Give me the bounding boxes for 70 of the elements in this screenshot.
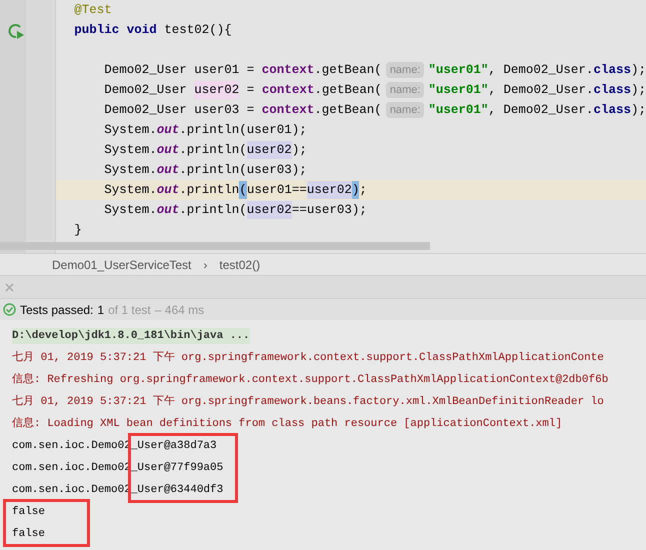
breadcrumb-item[interactable]: test02() bbox=[219, 256, 260, 274]
parameter-hint: name: bbox=[386, 82, 424, 98]
code-token: class bbox=[593, 62, 631, 79]
code-token: .getBean( bbox=[314, 82, 382, 99]
code-token: .println( bbox=[179, 202, 247, 219]
code-token: "user01" bbox=[428, 102, 488, 119]
code-token: ); bbox=[630, 82, 646, 99]
code-token: = bbox=[246, 82, 256, 99]
code-token: } bbox=[74, 222, 82, 239]
code-token: System. bbox=[103, 122, 157, 139]
check-circle-icon bbox=[3, 303, 16, 316]
run-test-icon[interactable] bbox=[6, 21, 26, 41]
close-icon[interactable] bbox=[5, 282, 14, 292]
code-token: Demo02_User user01 = bbox=[103, 62, 256, 79]
code-token: Demo02_User bbox=[103, 82, 188, 99]
breadcrumb-item: › bbox=[203, 256, 208, 274]
breadcrumb-item[interactable]: Demo01_UserServiceTest bbox=[52, 256, 192, 274]
code-token: user02 bbox=[246, 140, 292, 160]
code-token: .getBean( bbox=[314, 102, 382, 119]
code-token: .println(user01); bbox=[179, 122, 307, 139]
code-token: out bbox=[156, 202, 180, 219]
tests-passed-count: 1 bbox=[97, 302, 104, 318]
code-token: System. bbox=[103, 162, 157, 179]
code-token: Demo02_User user03 = bbox=[103, 102, 256, 119]
code-token: context bbox=[262, 102, 314, 119]
code-token: System. bbox=[103, 202, 157, 219]
code-token: out bbox=[156, 162, 180, 179]
code-token: , Demo02_User. bbox=[488, 82, 594, 99]
code-token: test02(){ bbox=[163, 22, 232, 39]
console-line: false bbox=[12, 504, 46, 520]
code-token: ); bbox=[630, 62, 646, 79]
code-token: class bbox=[593, 82, 631, 99]
parameter-hint: name: bbox=[386, 62, 424, 78]
code-token: .println( bbox=[179, 142, 247, 159]
code-token: ==user03); bbox=[292, 202, 367, 219]
code-token: user02 bbox=[246, 200, 292, 220]
horizontal-scrollbar[interactable] bbox=[0, 242, 430, 250]
code-token: .println(user03); bbox=[179, 162, 307, 179]
code-token: user02 bbox=[306, 180, 352, 200]
code-token: ); bbox=[630, 102, 646, 119]
code-token: @Test bbox=[74, 2, 112, 19]
console-line: 信息: Refreshing org.springframework.context.support.ClassPathXmlApplicationContext@2db0f6b bbox=[12, 372, 608, 388]
code-token: context bbox=[262, 62, 314, 79]
code-token: , Demo02_User. bbox=[488, 102, 594, 119]
code-token: out bbox=[156, 182, 180, 199]
code-token: public void bbox=[74, 22, 157, 39]
console-line: false bbox=[12, 526, 46, 542]
test-duration: – 464 ms bbox=[154, 302, 204, 318]
console-line: 七月 01, 2019 5:37:21 下午 org.springframework.beans.factory.xml.XmlBeanDefinitionReader lo bbox=[12, 394, 604, 410]
code-token: System. bbox=[103, 182, 157, 199]
code-token: out bbox=[156, 142, 180, 159]
code-token: "user01" bbox=[428, 62, 488, 79]
code-token: System. bbox=[103, 142, 157, 159]
parameter-hint: name: bbox=[386, 102, 424, 118]
console-line: 信息: Loading XML bean definitions from class path resource [applicationContext.xml] bbox=[12, 416, 562, 432]
test-count-detail: of 1 test bbox=[108, 302, 151, 318]
code-token: "user01" bbox=[428, 82, 488, 99]
tests-passed-label: Tests passed: bbox=[20, 302, 94, 318]
code-token: out bbox=[156, 122, 180, 139]
code-token: user01== bbox=[246, 182, 307, 199]
code-token: , Demo02_User. bbox=[488, 62, 594, 79]
code-token: .println bbox=[179, 182, 240, 199]
code-token: ( bbox=[239, 180, 247, 200]
code-token: user02 bbox=[194, 80, 240, 100]
code-token: .getBean( bbox=[314, 62, 382, 79]
code-token: ; bbox=[359, 182, 367, 199]
console-line: 七月 01, 2019 5:37:21 下午 org.springframework.context.support.ClassPathXmlApplicationConte bbox=[12, 350, 604, 366]
code-token: ); bbox=[292, 142, 307, 159]
code-token: context bbox=[262, 82, 314, 99]
code-token: class bbox=[593, 102, 631, 119]
